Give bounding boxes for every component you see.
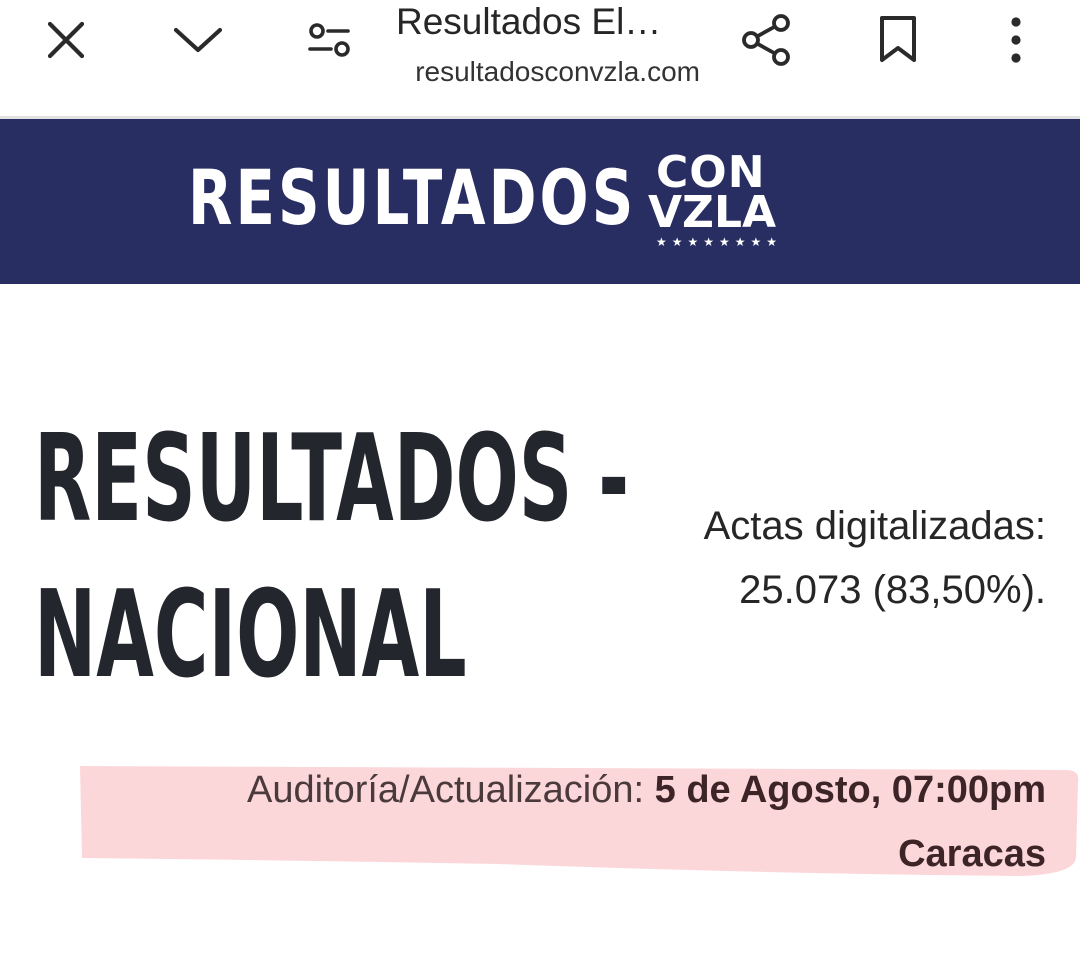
audit-city: Caracas: [898, 833, 1046, 875]
bookmark-icon[interactable]: [874, 14, 922, 66]
actas-label: Actas digitalizadas:: [703, 504, 1046, 548]
results-heading: RESULTADOS - NACIONAL: [34, 402, 630, 714]
chevron-down-icon[interactable]: [172, 16, 224, 64]
audit-update-info: Auditoría/Actualización: 5 de Agosto, 07…: [86, 758, 1046, 886]
browser-toolbar: Resultados El… resultadosconvzla.com: [0, 0, 1080, 119]
url-text: resultadosconvzla.com: [415, 56, 700, 87]
tune-icon[interactable]: [306, 18, 354, 66]
page: Resultados El… resultadosconvzla.com RES…: [0, 0, 1080, 971]
logo-badge-vzla: VZLA: [648, 187, 777, 238]
audit-label: Auditoría/Actualización:: [246, 769, 655, 811]
site-header-banner: RESULTADOS CON VZLA ★★★★★★★★: [0, 119, 1080, 284]
results-heading-line1: RESULTADOS -: [34, 410, 630, 549]
share-icon[interactable]: [740, 12, 794, 68]
results-heading-line2: NACIONAL: [34, 566, 467, 705]
page-title: Resultados El…: [396, 1, 662, 42]
site-logo-badge[interactable]: CON VZLA ★★★★★★★★: [648, 149, 798, 253]
logo-stars: ★★★★★★★★: [656, 235, 783, 249]
audit-date: 5 de Agosto, 07:00pm: [654, 769, 1046, 811]
actas-value: 25.073 (83,50%).: [739, 568, 1046, 612]
site-logo-text[interactable]: RESULTADOS: [188, 155, 633, 241]
actas-summary: Actas digitalizadas: 25.073 (83,50%).: [626, 494, 1046, 622]
more-vert-icon[interactable]: [996, 14, 1036, 66]
tab-title-area[interactable]: Resultados El… resultadosconvzla.com: [396, 0, 702, 110]
close-icon[interactable]: [42, 16, 90, 64]
